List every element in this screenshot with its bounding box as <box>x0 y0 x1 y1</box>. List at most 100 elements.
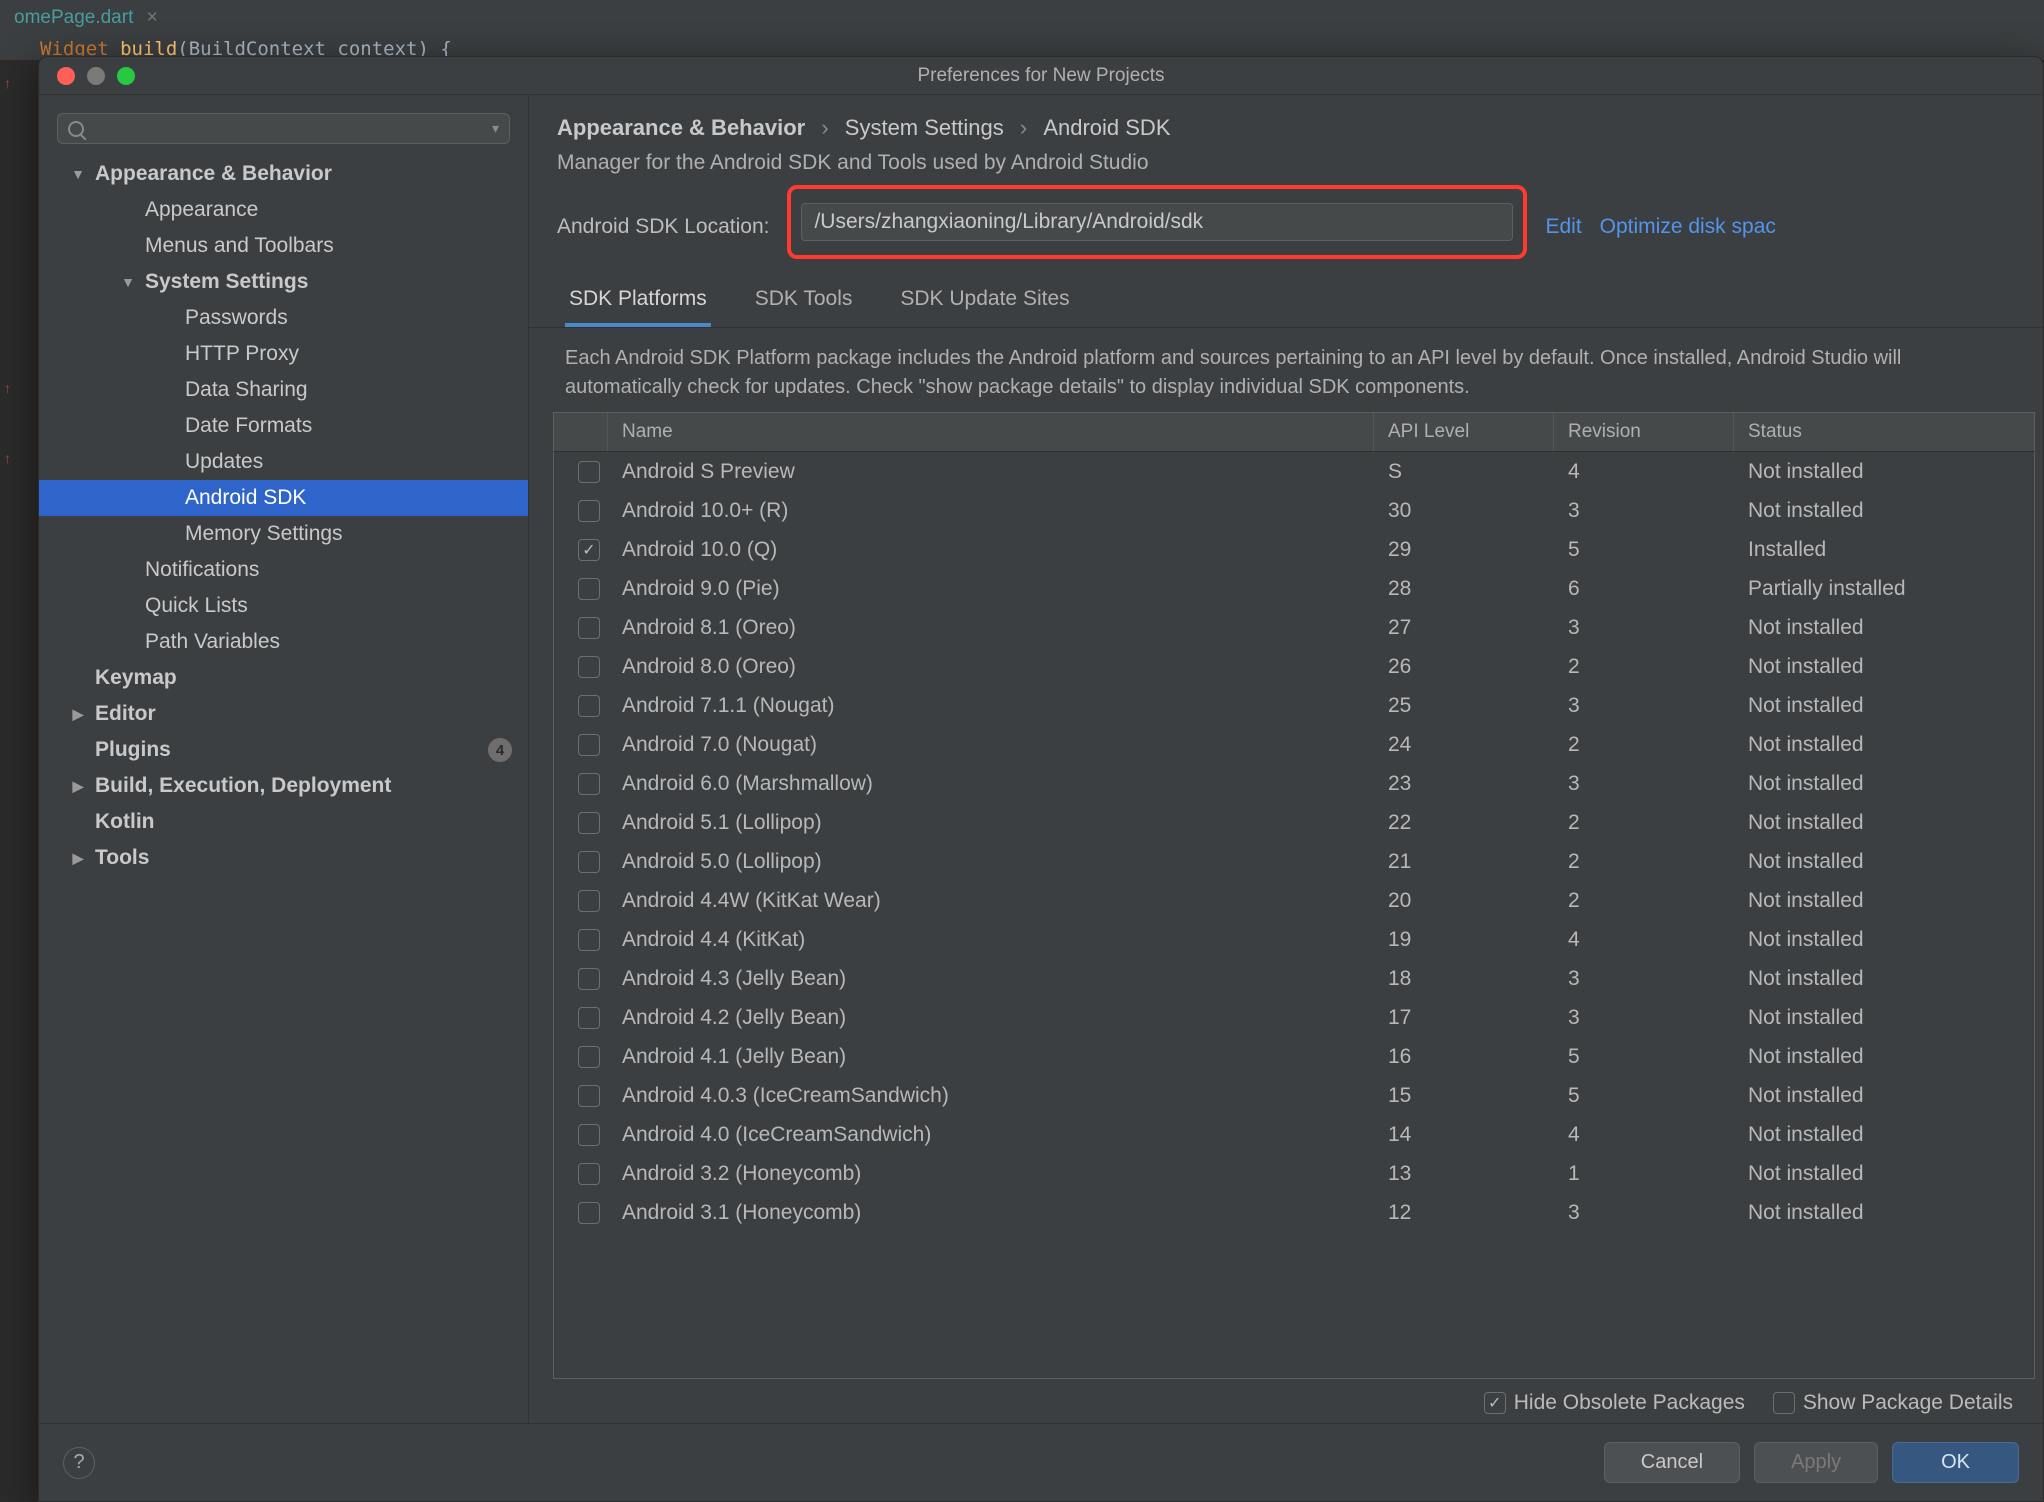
sidebar-item-keymap[interactable]: Keymap <box>39 660 528 696</box>
chevron-down-icon[interactable]: ▾ <box>492 120 499 137</box>
cell-status: Not installed <box>1734 967 2034 991</box>
ok-button[interactable]: OK <box>1892 1442 2019 1483</box>
minimize-window-button[interactable] <box>87 67 105 85</box>
table-row[interactable]: Android 10.0 (Q)295Installed <box>554 530 2034 569</box>
cell-status: Not installed <box>1734 811 2034 835</box>
search-input-wrap[interactable]: ▾ <box>57 113 510 144</box>
optimize-disk-link[interactable]: Optimize disk spac <box>1600 215 1776 239</box>
cell-api: 14 <box>1374 1123 1554 1147</box>
row-checkbox[interactable] <box>578 1007 600 1029</box>
row-checkbox[interactable] <box>578 1046 600 1068</box>
sidebar-item-quick-lists[interactable]: Quick Lists <box>39 588 528 624</box>
table-row[interactable]: Android 3.1 (Honeycomb)123Not installed <box>554 1193 2034 1232</box>
sdk-location-input[interactable] <box>801 203 1513 241</box>
table-row[interactable]: Android 7.1.1 (Nougat)253Not installed <box>554 686 2034 725</box>
sidebar-item-date-formats[interactable]: Date Formats <box>39 408 528 444</box>
row-checkbox[interactable] <box>578 734 600 756</box>
tab-sdk-update-sites[interactable]: SDK Update Sites <box>896 277 1073 327</box>
tree-arrow-icon: ▼ <box>69 166 87 182</box>
table-row[interactable]: Android 3.2 (Honeycomb)131Not installed <box>554 1154 2034 1193</box>
sidebar-item-menus-and-toolbars[interactable]: Menus and Toolbars <box>39 228 528 264</box>
table-row[interactable]: Android 4.1 (Jelly Bean)165Not installed <box>554 1037 2034 1076</box>
row-checkbox[interactable] <box>578 1085 600 1107</box>
sidebar-item-appearance-behavior[interactable]: ▼Appearance & Behavior <box>39 156 528 192</box>
table-row[interactable]: Android 4.4W (KitKat Wear)202Not install… <box>554 881 2034 920</box>
sidebar-item-http-proxy[interactable]: HTTP Proxy <box>39 336 528 372</box>
row-checkbox[interactable] <box>578 617 600 639</box>
row-checkbox[interactable] <box>578 968 600 990</box>
editor-tab[interactable]: omePage.dart × <box>14 7 158 28</box>
col-api[interactable]: API Level <box>1374 413 1554 451</box>
cell-name: Android 4.2 (Jelly Bean) <box>608 1006 1374 1030</box>
help-button[interactable]: ? <box>63 1447 95 1479</box>
row-checkbox[interactable] <box>578 1202 600 1224</box>
edit-location-link[interactable]: Edit <box>1545 215 1581 239</box>
cell-rev: 2 <box>1554 811 1734 835</box>
col-name[interactable]: Name <box>608 413 1374 451</box>
sidebar-item-editor[interactable]: ▶Editor <box>39 696 528 732</box>
row-checkbox[interactable] <box>578 695 600 717</box>
titlebar: Preferences for New Projects <box>39 57 2043 95</box>
row-checkbox[interactable] <box>578 578 600 600</box>
table-row[interactable]: Android 5.1 (Lollipop)222Not installed <box>554 803 2034 842</box>
table-row[interactable]: Android 7.0 (Nougat)242Not installed <box>554 725 2034 764</box>
sidebar-item-plugins[interactable]: Plugins4 <box>39 732 528 768</box>
preferences-tree[interactable]: ▼Appearance & BehaviorAppearanceMenus an… <box>39 156 528 1423</box>
table-row[interactable]: Android 4.0 (IceCreamSandwich)144Not ins… <box>554 1115 2034 1154</box>
row-checkbox[interactable] <box>578 539 600 561</box>
tab-sdk-tools[interactable]: SDK Tools <box>751 277 857 327</box>
sidebar-item-memory-settings[interactable]: Memory Settings <box>39 516 528 552</box>
cell-api: 22 <box>1374 811 1554 835</box>
cell-rev: 2 <box>1554 889 1734 913</box>
table-row[interactable]: Android 8.1 (Oreo)273Not installed <box>554 608 2034 647</box>
show-details-checkbox[interactable]: Show Package Details <box>1773 1391 2013 1415</box>
sdk-table-body[interactable]: Android S PreviewS4Not installedAndroid … <box>553 452 2035 1379</box>
row-checkbox[interactable] <box>578 851 600 873</box>
zoom-window-button[interactable] <box>117 67 135 85</box>
table-row[interactable]: Android 10.0+ (R)303Not installed <box>554 491 2034 530</box>
search-input[interactable] <box>92 118 484 139</box>
gutter-marker-icon: ↑ <box>4 75 11 91</box>
table-row[interactable]: Android 9.0 (Pie)286Partially installed <box>554 569 2034 608</box>
table-row[interactable]: Android 4.3 (Jelly Bean)183Not installed <box>554 959 2034 998</box>
sidebar-item-android-sdk[interactable]: Android SDK <box>39 480 528 516</box>
sidebar-item-passwords[interactable]: Passwords <box>39 300 528 336</box>
table-row[interactable]: Android 4.0.3 (IceCreamSandwich)155Not i… <box>554 1076 2034 1115</box>
row-checkbox[interactable] <box>578 890 600 912</box>
close-icon[interactable]: × <box>147 7 158 28</box>
sidebar-item-build-execution-deployment[interactable]: ▶Build, Execution, Deployment <box>39 768 528 804</box>
dialog-title: Preferences for New Projects <box>917 65 1164 87</box>
row-checkbox[interactable] <box>578 812 600 834</box>
table-row[interactable]: Android 5.0 (Lollipop)212Not installed <box>554 842 2034 881</box>
row-checkbox[interactable] <box>578 1124 600 1146</box>
table-row[interactable]: Android S PreviewS4Not installed <box>554 452 2034 491</box>
row-checkbox[interactable] <box>578 929 600 951</box>
row-checkbox[interactable] <box>578 500 600 522</box>
table-row[interactable]: Android 8.0 (Oreo)262Not installed <box>554 647 2034 686</box>
cell-status: Not installed <box>1734 655 2034 679</box>
row-checkbox[interactable] <box>578 461 600 483</box>
table-row[interactable]: Android 6.0 (Marshmallow)233Not installe… <box>554 764 2034 803</box>
cancel-button[interactable]: Cancel <box>1604 1442 1740 1483</box>
sidebar-item-tools[interactable]: ▶Tools <box>39 840 528 876</box>
cell-rev: 4 <box>1554 928 1734 952</box>
sidebar-item-system-settings[interactable]: ▼System Settings <box>39 264 528 300</box>
sidebar-item-updates[interactable]: Updates <box>39 444 528 480</box>
col-rev[interactable]: Revision <box>1554 413 1734 451</box>
table-row[interactable]: Android 4.4 (KitKat)194Not installed <box>554 920 2034 959</box>
table-row[interactable]: Android 4.2 (Jelly Bean)173Not installed <box>554 998 2034 1037</box>
sidebar-item-path-variables[interactable]: Path Variables <box>39 624 528 660</box>
row-checkbox[interactable] <box>578 656 600 678</box>
cell-name: Android 4.0.3 (IceCreamSandwich) <box>608 1084 1374 1108</box>
hide-obsolete-checkbox[interactable]: Hide Obsolete Packages <box>1484 1391 1745 1415</box>
sidebar-item-notifications[interactable]: Notifications <box>39 552 528 588</box>
row-checkbox[interactable] <box>578 773 600 795</box>
col-status[interactable]: Status <box>1734 413 2034 451</box>
close-window-button[interactable] <box>57 67 75 85</box>
tab-sdk-platforms[interactable]: SDK Platforms <box>565 277 711 327</box>
sidebar-item-kotlin[interactable]: Kotlin <box>39 804 528 840</box>
sidebar-item-appearance[interactable]: Appearance <box>39 192 528 228</box>
sidebar-item-data-sharing[interactable]: Data Sharing <box>39 372 528 408</box>
apply-button[interactable]: Apply <box>1754 1442 1878 1483</box>
row-checkbox[interactable] <box>578 1163 600 1185</box>
